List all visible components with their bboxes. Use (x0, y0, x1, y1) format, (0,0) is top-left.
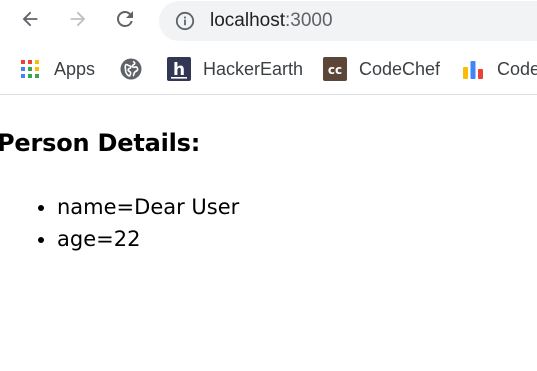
back-button[interactable] (15, 6, 45, 36)
url-text[interactable]: localhost:3000 (210, 10, 333, 32)
bookmarks-bar: Apps h HackerEarth cc CodeChef Code (0, 42, 537, 95)
bookmark-apps-label: Apps (54, 58, 96, 79)
svg-text:cc: cc (328, 63, 342, 77)
bookmark-globe[interactable] (119, 56, 155, 82)
list-item-name: name=Dear User (57, 191, 239, 223)
bookmark-codechef-label: CodeChef (359, 58, 441, 79)
apps-grid-icon (18, 57, 42, 81)
codechef-icon: cc (323, 57, 347, 81)
browser-chrome: localhost:3000 Apps h HackerEarth cc Cod… (0, 0, 537, 95)
bookmark-hackerearth[interactable]: h HackerEarth (167, 56, 303, 82)
page-heading: Person Details: (0, 129, 201, 157)
back-arrow-icon (19, 8, 41, 35)
forward-button[interactable] (63, 6, 93, 36)
reload-icon (113, 7, 137, 36)
url-host: localhost (210, 10, 285, 31)
bookmark-hackerearth-label: HackerEarth (203, 58, 304, 79)
address-bar[interactable]: localhost:3000 (159, 1, 537, 41)
globe-icon (119, 57, 143, 81)
info-icon[interactable] (175, 11, 195, 31)
bookmark-code-label: Code (497, 58, 537, 79)
list-item-age: age=22 (57, 223, 239, 255)
person-details-list: name=Dear User age=22 (0, 191, 239, 255)
browser-toolbar: localhost:3000 (0, 0, 537, 42)
bookmark-apps[interactable]: Apps (18, 56, 95, 82)
url-port: :3000 (285, 10, 333, 31)
bookmark-code[interactable]: Code (461, 56, 537, 82)
reload-button[interactable] (110, 6, 140, 36)
hackerearth-icon: h (167, 57, 191, 81)
bookmark-codechef[interactable]: cc CodeChef (323, 56, 440, 82)
forward-arrow-icon (67, 8, 89, 35)
bar-chart-icon (461, 57, 485, 81)
